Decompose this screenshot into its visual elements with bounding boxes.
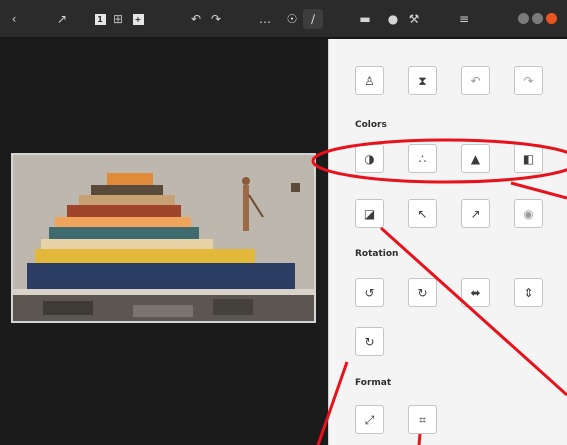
flip-icon[interactable]: ⬌ [461, 278, 490, 307]
redo-panel-icon[interactable]: ↷ [514, 66, 543, 95]
section-colors-title: Colors [355, 120, 387, 130]
rotate-icon[interactable]: ↻ [355, 327, 384, 356]
rotate-left-icon[interactable]: ↺ [355, 278, 384, 307]
resize-icon[interactable]: ⤢ [355, 405, 384, 434]
fullscreen-icon[interactable]: ↗ [52, 9, 72, 29]
undo-icon[interactable]: ↶ [186, 9, 206, 29]
hourglass-icon[interactable]: ⧗ [408, 66, 437, 95]
tag-icon[interactable]: ● [383, 9, 403, 29]
pencil-icon[interactable]: ∕ [303, 9, 323, 29]
arrow-northwest-icon[interactable]: ↖ [408, 199, 437, 228]
minimize-button[interactable] [518, 13, 529, 24]
view-single-icon[interactable]: 1 [90, 9, 110, 29]
view-grid-icon[interactable]: ⊞ [108, 9, 128, 29]
contrast-icon[interactable]: ◑ [355, 144, 384, 173]
rotate-right-icon[interactable]: ↻ [408, 278, 437, 307]
bulb-icon[interactable]: ☉ [282, 9, 302, 29]
redo-icon[interactable]: ↷ [206, 9, 226, 29]
top-toolbar: ‹ ↗ 1 ⊞ + ↶ ↷ … ☉ ∕ ▬ ● ⚒ ≡ [0, 0, 567, 38]
crop-corner-icon[interactable]: ◪ [355, 199, 384, 228]
eye-icon[interactable]: ◉ [514, 199, 543, 228]
menu-icon[interactable]: ≡ [454, 9, 474, 29]
levels-icon[interactable]: ∴ [408, 144, 437, 173]
back-icon[interactable]: ‹ [4, 9, 24, 29]
view-add-icon[interactable]: + [128, 9, 148, 29]
more-icon[interactable]: … [255, 9, 275, 29]
person-icon[interactable]: ♙ [355, 66, 384, 95]
photo-preview[interactable] [11, 153, 316, 323]
arrow-northeast-icon[interactable]: ↗ [461, 199, 490, 228]
image-canvas [0, 39, 328, 445]
wrench-icon[interactable]: ⚒ [404, 9, 424, 29]
section-rotation-title: Rotation [355, 249, 399, 259]
crop-icon[interactable]: ⌗ [408, 405, 437, 434]
flip-vertical-icon[interactable]: ⇕ [514, 278, 543, 307]
exposure-icon[interactable]: ▲ [461, 144, 490, 173]
maximize-button[interactable] [532, 13, 543, 24]
close-button[interactable] [546, 13, 557, 24]
section-format-title: Format [355, 378, 392, 388]
undo-panel-icon[interactable]: ↶ [461, 66, 490, 95]
mural-image [13, 155, 314, 321]
chat-icon[interactable]: ▬ [355, 9, 375, 29]
gradient-icon[interactable]: ◧ [514, 144, 543, 173]
